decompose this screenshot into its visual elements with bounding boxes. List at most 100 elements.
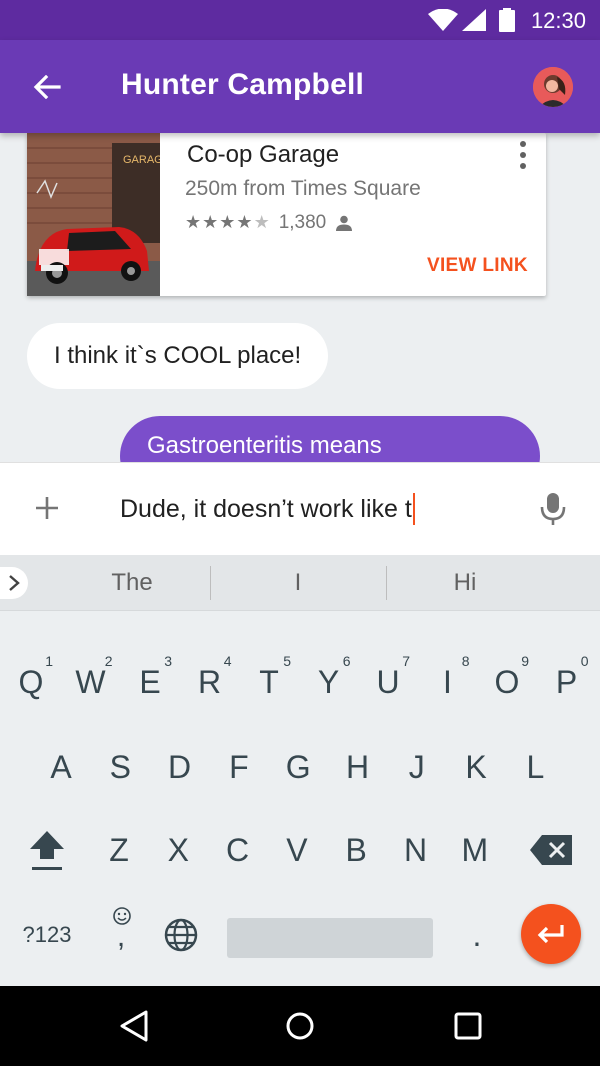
key-hint: 5 <box>283 653 291 669</box>
key-k[interactable]: K <box>448 732 504 802</box>
key-f[interactable]: F <box>211 732 267 802</box>
enter-key[interactable] <box>521 904 581 964</box>
backspace-icon <box>530 835 572 865</box>
nav-back-icon <box>120 1010 148 1042</box>
key-label: Z <box>109 831 129 868</box>
contact-name: Hunter Campbell <box>121 68 365 101</box>
key-label: X <box>167 831 189 868</box>
nav-back-button[interactable] <box>114 1006 154 1046</box>
key-b[interactable]: B <box>328 815 384 885</box>
key-a[interactable]: A <box>33 732 89 802</box>
person-icon <box>336 215 353 231</box>
message-input[interactable]: Dude, it doesn’t work like t <box>120 489 510 529</box>
key-l[interactable]: L <box>507 732 563 802</box>
key-w[interactable]: W2 <box>63 647 119 717</box>
key-label: T <box>259 663 279 700</box>
key-label: J <box>408 748 425 785</box>
mic-button[interactable] <box>538 489 568 529</box>
key-label: U <box>376 663 400 700</box>
back-arrow-icon <box>33 75 61 99</box>
suggestion-1[interactable]: The <box>72 569 192 599</box>
suggestion-3[interactable]: Hi <box>405 569 525 599</box>
key-v[interactable]: V <box>269 815 325 885</box>
app-bar: Hunter Campbell <box>0 40 600 133</box>
key-label: F <box>229 748 249 785</box>
key-d[interactable]: D <box>152 732 208 802</box>
key-label: C <box>226 831 250 868</box>
back-button[interactable] <box>22 62 72 112</box>
star-icon: ★ <box>185 212 202 232</box>
nav-home-icon <box>286 1012 314 1040</box>
outgoing-message[interactable]: Gastroenteritis means <box>120 416 540 462</box>
symbols-key[interactable]: ?123 <box>15 900 79 970</box>
key-i[interactable]: I8 <box>420 647 476 717</box>
key-p[interactable]: P0 <box>539 647 595 717</box>
key-hint: 4 <box>223 653 232 669</box>
star-icon: ★ <box>219 212 236 232</box>
key-t[interactable]: T5 <box>241 647 297 717</box>
place-distance: 250m from Times Square <box>185 177 421 200</box>
key-label: I <box>443 663 452 700</box>
shift-key[interactable] <box>19 815 75 885</box>
key-r[interactable]: R4 <box>182 647 238 717</box>
nav-home-button[interactable] <box>280 1006 320 1046</box>
place-photo: GARAGE <box>27 133 160 296</box>
view-link-button[interactable]: VIEW LINK <box>427 255 528 277</box>
key-h[interactable]: H <box>330 732 386 802</box>
key-label: O <box>494 663 520 700</box>
star-icon: ★ <box>236 212 253 232</box>
key-label: R <box>197 663 222 700</box>
shift-icon <box>30 831 64 870</box>
mic-icon <box>540 493 566 525</box>
suggestion-2[interactable]: I <box>238 569 358 599</box>
nav-recents-button[interactable] <box>448 1006 488 1046</box>
phone-screen: 12:30 Hunter Campbell GARAG Co-op Garage… <box>0 0 600 1066</box>
period-key[interactable]: . <box>449 900 505 970</box>
space-key[interactable] <box>227 918 433 958</box>
soft-keyboard: The I Hi Q1W2E3R4T5Y6U7I8O9P0ASDFGHJKLZX… <box>0 555 600 986</box>
key-o[interactable]: O9 <box>479 647 535 717</box>
backspace-key[interactable] <box>523 815 579 885</box>
rating-count: 1,380 <box>278 212 327 233</box>
star-icon: ★ <box>253 212 270 232</box>
key-label: G <box>285 748 311 785</box>
key-e[interactable]: E3 <box>122 647 178 717</box>
key-m[interactable]: M <box>447 815 503 885</box>
key-label: E <box>139 663 161 700</box>
suggestions-expand-button[interactable] <box>0 567 28 599</box>
add-attachment-button[interactable] <box>28 489 66 527</box>
key-hint: 7 <box>402 653 410 669</box>
key-hint: 6 <box>342 653 351 669</box>
suggestion-strip: The I Hi <box>0 555 600 611</box>
key-n[interactable]: N <box>388 815 444 885</box>
avatar[interactable] <box>533 67 573 107</box>
more-options-button[interactable] <box>511 139 535 171</box>
key-z[interactable]: Z <box>91 815 147 885</box>
key-hint: 9 <box>521 653 529 669</box>
message-composer: Dude, it doesn’t work like t <box>0 462 600 555</box>
key-s[interactable]: S <box>92 732 148 802</box>
key-label: D <box>168 748 192 785</box>
key-x[interactable]: X <box>150 815 206 885</box>
key-hint: 8 <box>461 653 470 669</box>
key-q[interactable]: Q1 <box>3 647 59 717</box>
place-card[interactable]: GARAGE Co-op Garage 250m from Times Squa… <box>27 133 546 296</box>
key-j[interactable]: J <box>389 732 445 802</box>
incoming-message[interactable]: I think it`s COOL place! <box>27 323 329 389</box>
key-g[interactable]: G <box>270 732 326 802</box>
suggestion-divider <box>210 566 211 600</box>
key-y[interactable]: Y6 <box>301 647 357 717</box>
status-bar: 12:30 <box>0 0 600 40</box>
key-c[interactable]: C <box>210 815 266 885</box>
key-label: B <box>345 831 367 868</box>
key-label: W <box>75 663 106 700</box>
comma-emoji-key[interactable]: , <box>93 900 149 970</box>
language-key[interactable] <box>153 900 209 970</box>
key-label: Y <box>317 663 340 700</box>
key-label: N <box>403 831 428 868</box>
chevron-right-icon <box>9 575 20 591</box>
nav-recents-icon <box>454 1012 482 1040</box>
key-u[interactable]: U7 <box>360 647 416 717</box>
place-rating: ★★★★★ 1,380 <box>185 211 353 235</box>
key-label: M <box>461 831 489 868</box>
